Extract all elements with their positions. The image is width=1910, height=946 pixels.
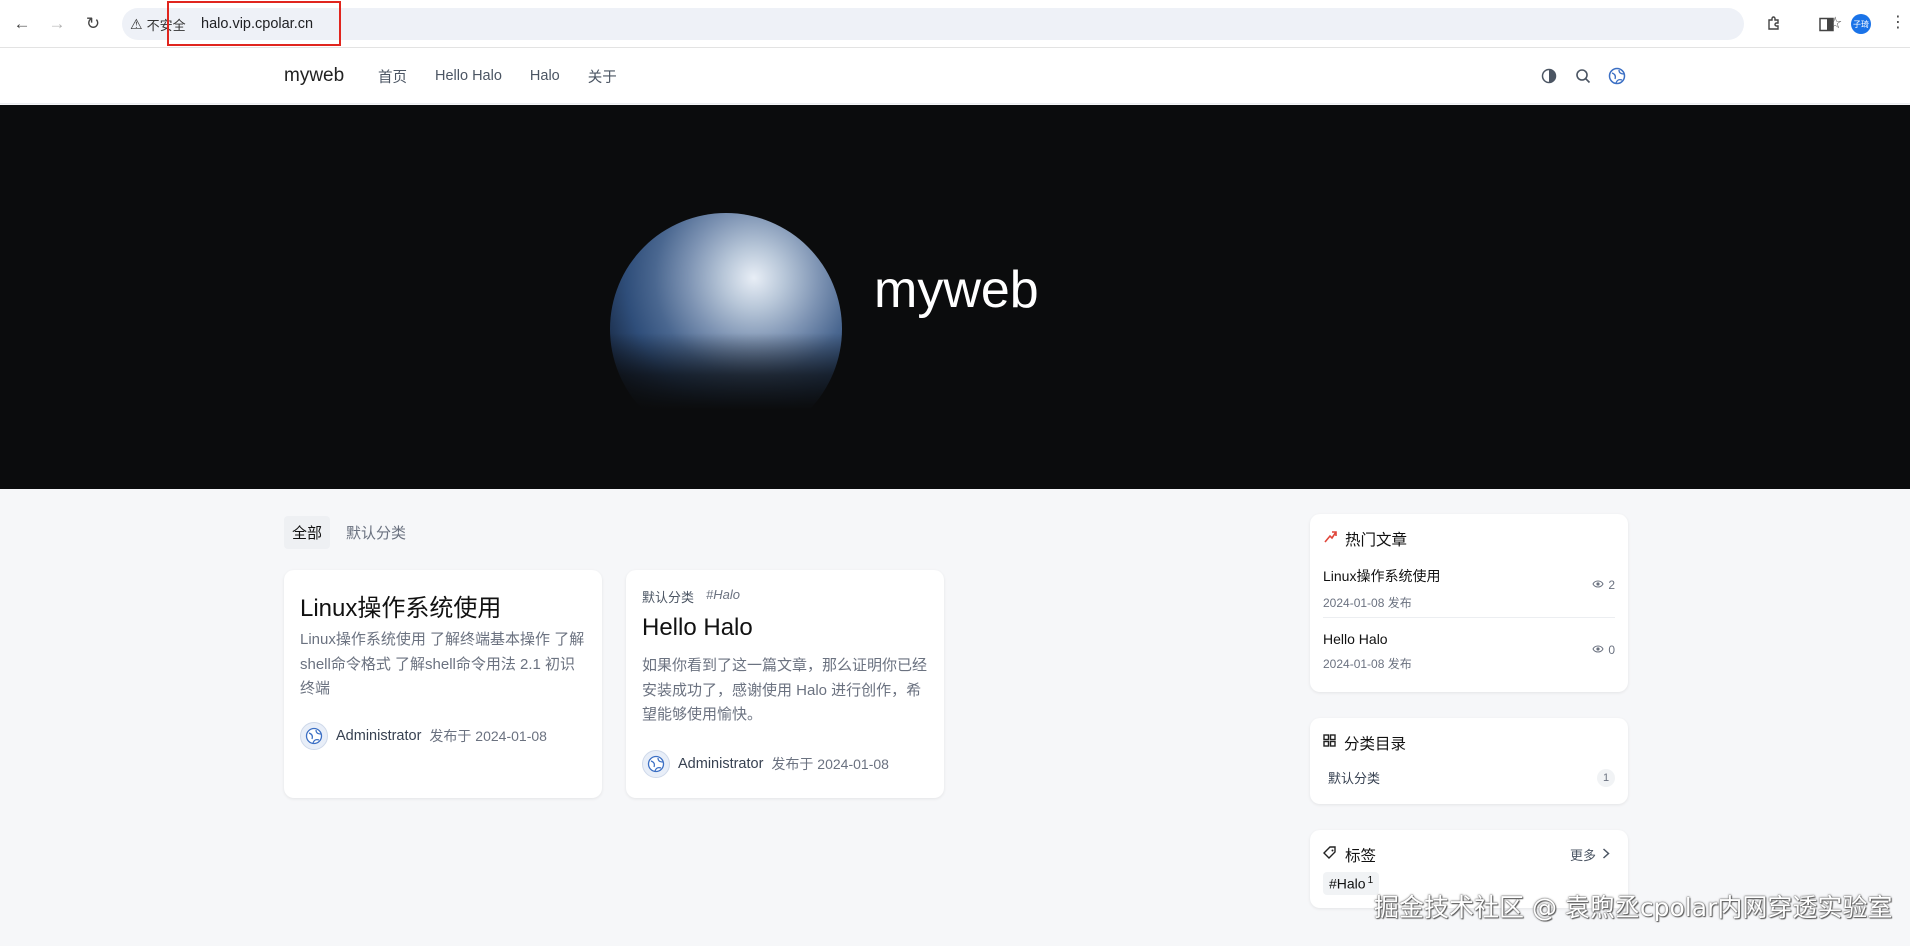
earth-shadow <box>600 333 860 473</box>
view-count-value: 2 <box>1608 578 1615 592</box>
post-taxonomy: 默认分类 #Halo <box>642 587 740 606</box>
hot-post-item[interactable]: Hello Halo 2024-01-08 发布 0 <box>1323 631 1615 672</box>
side-panel-icon[interactable] <box>1815 12 1837 36</box>
category-name[interactable]: 默认分类 <box>1328 768 1380 787</box>
forward-arrow-icon[interactable]: → <box>45 12 69 36</box>
post-excerpt: 如果你看到了这一篇文章，那么证明你已经安装成功了，感谢使用 Halo 进行创作，… <box>642 657 928 723</box>
view-count: 0 <box>1592 643 1615 657</box>
hot-post-date: 2024-01-08 发布 <box>1323 596 1412 610</box>
nav-item-hello-halo[interactable]: Hello Halo <box>435 68 502 84</box>
eye-icon <box>1592 643 1604 657</box>
main-nav: 首页 Hello Halo Halo 关于 <box>378 48 617 104</box>
header-actions <box>1540 48 1626 104</box>
post-card[interactable]: Linux操作系统使用 Linux操作系统使用 了解终端基本操作 了解shell… <box>284 570 602 798</box>
hot-posts-header: 热门文章 <box>1323 528 1407 550</box>
watermark-text: 掘金技术社区 @ 袁煦丞cpolar内网穿透实验室 <box>1374 893 1893 922</box>
tab-all[interactable]: 全部 <box>284 516 331 549</box>
browser-toolbar: ← → ↻ ⚠ 不安全 halo.vip.cpolar.cn ☆ 子琦 ⋮ <box>0 0 1910 48</box>
category-count: 1 <box>1597 768 1615 787</box>
fire-icon <box>1323 530 1337 549</box>
url-highlight-box <box>167 1 341 46</box>
author-name[interactable]: Administrator <box>336 728 421 744</box>
hot-posts-widget: 热门文章 Linux操作系统使用 2024-01-08 发布 2 Hello H… <box>1310 514 1628 692</box>
more-menu-icon[interactable]: ⋮ <box>1890 12 1906 32</box>
hot-post-item[interactable]: Linux操作系统使用 2024-01-08 发布 2 <box>1323 566 1615 611</box>
grid-icon <box>1323 734 1336 752</box>
tag-chip[interactable]: #Halo 1 <box>1323 872 1380 895</box>
author-name[interactable]: Administrator <box>678 756 763 772</box>
back-arrow-icon[interactable]: ← <box>10 12 34 36</box>
hot-post-title[interactable]: Linux操作系统使用 <box>1323 566 1615 586</box>
site-brand[interactable]: myweb <box>284 48 344 104</box>
nav-item-home[interactable]: 首页 <box>378 66 407 87</box>
category-item[interactable]: 默认分类 1 <box>1328 768 1615 787</box>
more-label[interactable]: 更多 <box>1570 845 1596 864</box>
categories-title: 分类目录 <box>1344 736 1407 753</box>
post-excerpt: Linux操作系统使用 了解终端基本操作 了解shell命令格式 了解shell… <box>300 631 585 697</box>
post-date: 发布于 2024-01-08 <box>771 756 889 772</box>
divider <box>1323 617 1615 618</box>
view-count-value: 0 <box>1608 643 1615 657</box>
post-card[interactable]: 默认分类 #Halo Hello Halo 如果你看到了这一篇文章，那么证明你已… <box>626 570 944 798</box>
site-header: myweb 首页 Hello Halo Halo 关于 <box>0 48 1910 104</box>
extensions-icon[interactable] <box>1762 12 1786 36</box>
view-count: 2 <box>1592 578 1615 592</box>
tag-count: 1 <box>1367 875 1374 886</box>
nav-item-halo[interactable]: Halo <box>530 68 560 84</box>
profile-avatar[interactable]: 子琦 <box>1851 14 1871 34</box>
hero-title: myweb <box>874 261 1039 319</box>
tags-title: 标签 <box>1345 848 1377 865</box>
author-avatar[interactable] <box>642 750 670 778</box>
author-avatar[interactable] <box>300 722 328 750</box>
hero-banner: myweb <box>0 105 1910 489</box>
tag-name[interactable]: #Halo <box>1329 876 1366 892</box>
post-meta: Administrator 发布于 2024-01-08 <box>642 750 889 778</box>
post-category[interactable]: 默认分类 <box>642 587 694 606</box>
post-date: 发布于 2024-01-08 <box>429 728 547 744</box>
hot-post-title[interactable]: Hello Halo <box>1323 631 1615 647</box>
hot-posts-title: 热门文章 <box>1345 532 1408 549</box>
post-title[interactable]: Linux操作系统使用 <box>300 588 501 623</box>
address-bar[interactable]: ⚠ 不安全 halo.vip.cpolar.cn ☆ <box>122 8 1842 40</box>
tag-icon <box>1323 845 1337 865</box>
tab-default-category[interactable]: 默认分类 <box>338 516 414 549</box>
categories-widget: 分类目录 默认分类 1 <box>1310 718 1628 804</box>
chevron-right-icon <box>1602 847 1610 862</box>
nav-item-about[interactable]: 关于 <box>588 66 617 87</box>
warning-icon: ⚠ <box>130 15 143 32</box>
more-tags-link[interactable]: 更多 <box>1570 845 1610 864</box>
user-avatar-icon[interactable] <box>1608 67 1626 85</box>
search-icon[interactable] <box>1574 67 1592 85</box>
post-meta: Administrator 发布于 2024-01-08 <box>300 722 547 750</box>
eye-icon <box>1592 578 1604 592</box>
reload-icon[interactable]: ↻ <box>81 12 105 36</box>
hot-post-date: 2024-01-08 发布 <box>1323 657 1412 671</box>
theme-toggle-icon[interactable] <box>1540 67 1558 85</box>
categories-header: 分类目录 <box>1323 732 1406 754</box>
tags-header: 标签 <box>1323 844 1376 866</box>
post-tag[interactable]: #Halo <box>706 587 740 606</box>
category-tabs: 全部 默认分类 <box>284 516 414 549</box>
post-title[interactable]: Hello Halo <box>642 614 753 642</box>
